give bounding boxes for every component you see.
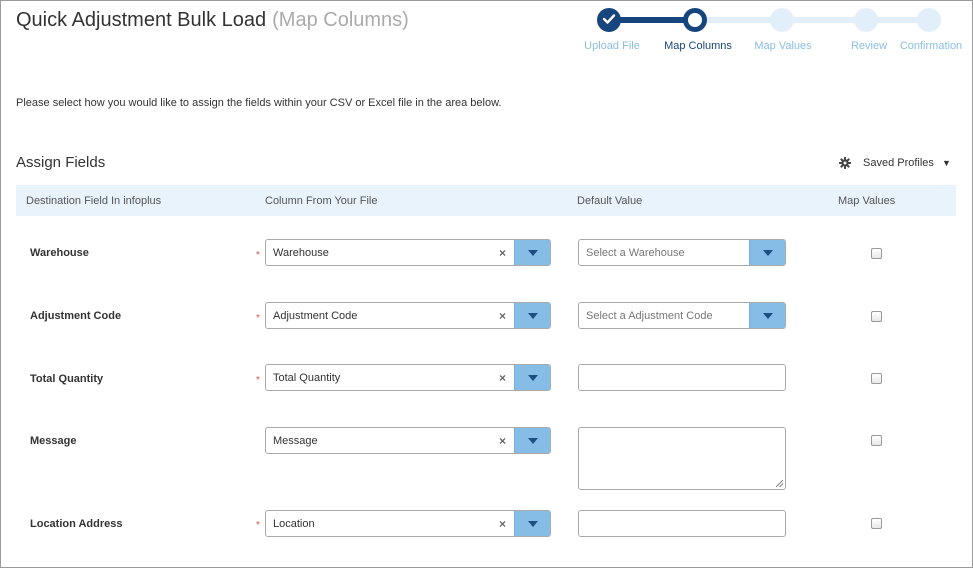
default-select-warehouse[interactable]: Select a Warehouse	[578, 239, 786, 266]
wizard-step-confirmation-node	[917, 8, 941, 32]
chevron-down-icon	[528, 250, 538, 256]
clear-icon[interactable]: ×	[499, 246, 506, 260]
chevron-down-icon	[528, 521, 538, 527]
column-select-value: Location	[273, 518, 315, 530]
column-select-value: Message	[273, 435, 318, 447]
column-select-adjustment-code[interactable]: Adjustment Code ×	[265, 302, 551, 329]
dropdown-button[interactable]	[514, 303, 550, 328]
clear-icon[interactable]: ×	[499, 434, 506, 448]
saved-profiles-dropdown[interactable]: Saved Profiles ▼	[839, 157, 951, 169]
map-values-checkbox-total-quantity[interactable]	[871, 373, 882, 384]
app-window: Quick Adjustment Bulk Load (Map Columns) …	[0, 0, 973, 568]
column-select-message[interactable]: Message ×	[265, 427, 551, 454]
instructions-text: Please select how you would like to assi…	[16, 97, 502, 109]
wizard-step-upload-label[interactable]: Upload File	[584, 40, 640, 52]
wizard-step-review-label: Review	[850, 40, 888, 52]
required-marker: *	[256, 520, 260, 531]
map-values-checkbox-message[interactable]	[871, 435, 882, 446]
check-icon	[602, 14, 616, 24]
required-marker: *	[256, 250, 260, 261]
field-label-location-address: Location Address	[30, 518, 123, 530]
map-values-checkbox-warehouse[interactable]	[871, 248, 882, 259]
page-title-main: Quick Adjustment Bulk Load	[16, 9, 267, 31]
required-marker: *	[256, 313, 260, 324]
column-select-value: Adjustment Code	[273, 310, 358, 322]
page-title-step: (Map Columns)	[272, 9, 409, 31]
chevron-down-icon	[763, 313, 773, 319]
chevron-down-icon	[763, 250, 773, 256]
field-label-message: Message	[30, 435, 77, 447]
wizard-step-map-columns-label: Map Columns	[664, 40, 732, 52]
saved-profiles-label: Saved Profiles	[863, 157, 934, 169]
chevron-down-icon	[528, 313, 538, 319]
chevron-down-icon	[528, 375, 538, 381]
column-select-value: Total Quantity	[273, 372, 341, 384]
caret-down-icon: ▼	[941, 158, 951, 168]
column-header-map-values: Map Values	[838, 195, 896, 207]
default-select-placeholder: Select a Warehouse	[586, 247, 685, 259]
page-title: Quick Adjustment Bulk Load (Map Columns)	[16, 9, 409, 32]
wizard-step-map-values-label: Map Values	[754, 40, 812, 52]
dropdown-button[interactable]	[514, 428, 550, 453]
map-values-checkbox-location-address[interactable]	[871, 518, 882, 529]
dropdown-button[interactable]	[749, 303, 785, 328]
column-header-source: Column From Your File	[265, 195, 378, 207]
column-header-default: Default Value	[577, 195, 643, 207]
resize-grip-icon[interactable]	[776, 480, 783, 487]
chevron-down-icon	[528, 438, 538, 444]
wizard-step-review-node	[854, 8, 878, 32]
wizard-track-pending	[695, 17, 930, 23]
field-label-warehouse: Warehouse	[30, 247, 89, 259]
dropdown-button[interactable]	[514, 240, 550, 265]
default-select-adjustment-code[interactable]: Select a Adjustment Code	[578, 302, 786, 329]
field-label-adjustment-code: Adjustment Code	[30, 310, 122, 322]
column-select-value: Warehouse	[273, 247, 329, 259]
clear-icon[interactable]: ×	[499, 309, 506, 323]
assign-fields-heading: Assign Fields	[16, 154, 106, 171]
map-values-checkbox-adjustment-code[interactable]	[871, 311, 882, 322]
dropdown-button[interactable]	[514, 365, 550, 390]
default-input-total-quantity[interactable]	[578, 364, 786, 391]
default-select-placeholder: Select a Adjustment Code	[586, 310, 713, 322]
dropdown-button[interactable]	[749, 240, 785, 265]
dropdown-button[interactable]	[514, 511, 550, 536]
column-header-destination: Destination Field In infoplus	[26, 195, 162, 207]
clear-icon[interactable]: ×	[499, 517, 506, 531]
gear-icon	[839, 157, 851, 169]
default-textarea-message[interactable]	[578, 427, 786, 490]
wizard-step-upload-node[interactable]	[597, 8, 621, 32]
column-select-total-quantity[interactable]: Total Quantity ×	[265, 364, 551, 391]
wizard-step-map-columns-node	[683, 8, 707, 32]
wizard-progress: Upload File Map Columns Map Values Revie…	[579, 5, 971, 57]
default-input-location-address[interactable]	[578, 510, 786, 537]
column-select-warehouse[interactable]: Warehouse ×	[265, 239, 551, 266]
table-header: Destination Field In infoplus Column Fro…	[16, 185, 956, 216]
wizard-step-confirmation-label: Confirmation	[899, 40, 963, 52]
column-select-location-address[interactable]: Location ×	[265, 510, 551, 537]
field-label-total-quantity: Total Quantity	[30, 373, 104, 385]
required-marker: *	[256, 375, 260, 386]
clear-icon[interactable]: ×	[499, 371, 506, 385]
wizard-step-map-values-node	[770, 8, 794, 32]
